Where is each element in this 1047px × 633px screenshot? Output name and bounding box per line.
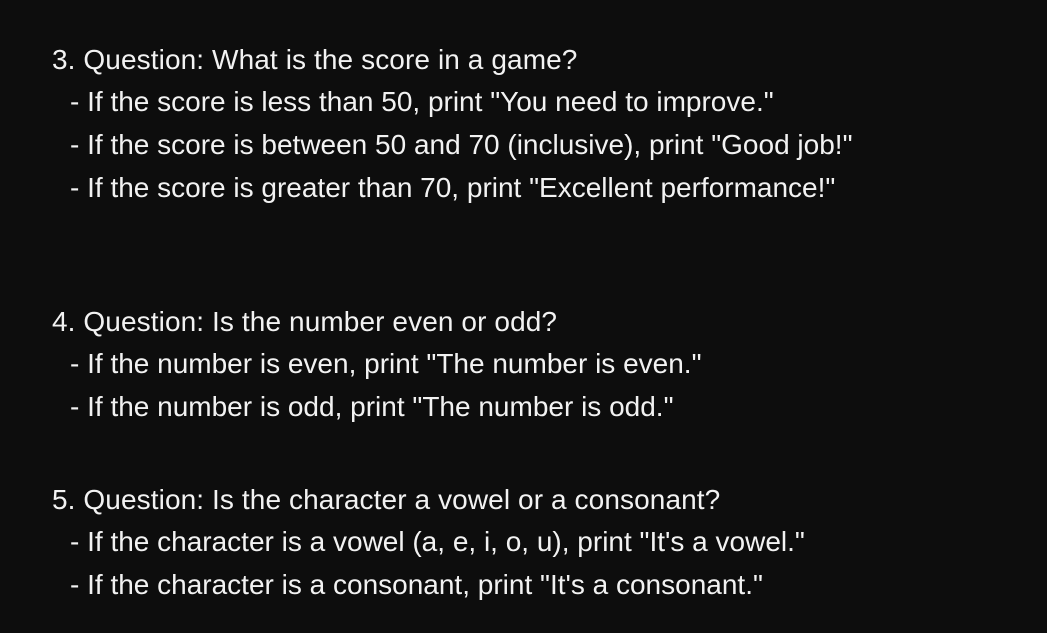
question-3-condition-3: - If the score is greater than 70, print… [70,172,836,203]
slide-page: 3. Question: What is the score in a game… [0,0,1047,633]
question-4-condition-2: - If the number is odd, print "The numbe… [70,391,674,422]
question-3-condition-1: - If the score is less than 50, print "Y… [70,86,774,117]
question-3-condition-2: - If the score is between 50 and 70 (inc… [70,129,853,160]
question-5-condition-2: - If the character is a consonant, print… [70,569,763,600]
question-4-title: 4. Question: Is the number even or odd? [52,306,558,337]
question-5-condition-1: - If the character is a vowel (a, e, i, … [70,526,805,557]
question-4-block: 4. Question: Is the number even or odd? … [52,302,1032,428]
question-5-title: 5. Question: Is the character a vowel or… [52,484,721,515]
question-3-title: 3. Question: What is the score in a game… [52,44,578,75]
question-3-block: 3. Question: What is the score in a game… [52,40,1032,209]
question-4-condition-1: - If the number is even, print "The numb… [70,348,702,379]
question-5-block: 5. Question: Is the character a vowel or… [52,480,1032,606]
